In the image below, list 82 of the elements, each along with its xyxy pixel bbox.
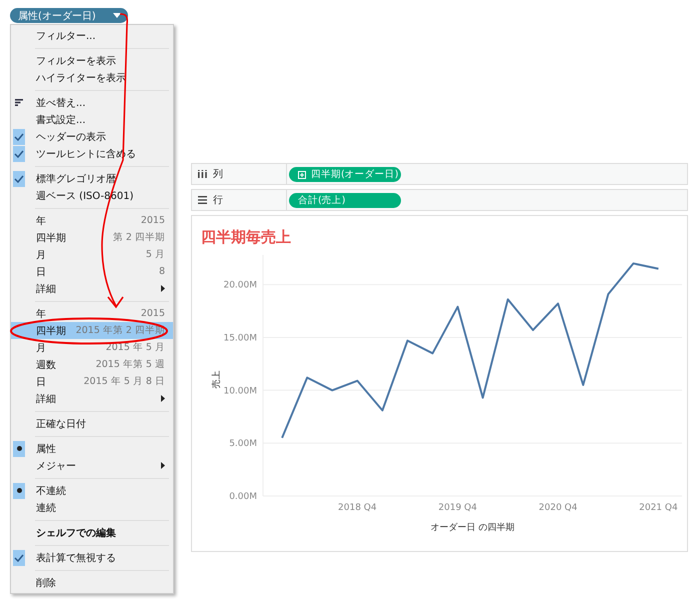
menu-item-label: 連続 (36, 502, 56, 514)
menu-item-label: 詳細 (36, 282, 56, 296)
chart-title: 四半期毎売上 (200, 227, 292, 248)
x-tick-label: 2020 Q4 (538, 503, 578, 513)
check-icon (14, 554, 24, 562)
submenu-arrow-icon (161, 285, 165, 292)
menu-item-label: 日 (36, 266, 46, 278)
menu-item-label: 詳細 (36, 392, 56, 406)
y-tick-label: 5.00M (229, 439, 257, 450)
shelf-label: 行 (213, 194, 223, 207)
menu-item-label: 年 (36, 214, 46, 228)
submenu-arrow-icon (161, 462, 165, 469)
menu-item-value: 5 月 (146, 248, 165, 261)
menu-item[interactable]: 属性 (11, 440, 173, 457)
menu-item[interactable]: 詳細 (11, 280, 173, 297)
menu-item[interactable]: 書式設定... (11, 111, 173, 128)
menu-item-label: 標準グレゴリオ暦 (36, 172, 116, 186)
y-tick-label: 10.00M (223, 386, 257, 396)
menu-item-value: 2015 (140, 308, 165, 319)
menu-item-label: 書式設定... (36, 114, 86, 126)
menu-item[interactable]: 連続 (11, 499, 173, 516)
menu-item-label: ヘッダーの表示 (36, 130, 106, 144)
check-icon (14, 174, 24, 182)
menu-item[interactable]: 表計算で無視する (11, 549, 173, 566)
y-tick-label: 20.00M (223, 280, 257, 291)
menu-item-label: 四半期 (36, 232, 66, 244)
y-tick-label: 0.00M (229, 492, 257, 502)
columns-icon (198, 170, 207, 178)
menu-item-label: 不連続 (36, 484, 66, 498)
menu-item-label: 月 (36, 342, 46, 354)
bullet-icon (16, 446, 22, 451)
menu-item[interactable]: 四半期 第 2 四半期 (11, 229, 173, 246)
menu-item-label: 正確な日付 (36, 418, 86, 430)
menu-item-label: メジャー (36, 460, 76, 472)
menu-item[interactable]: 日 2015 年 5 月 8 日 (11, 373, 173, 390)
menu-item[interactable]: フィルター... (11, 27, 173, 44)
bullet-icon (16, 488, 22, 493)
menu-item[interactable]: 年 2015 (11, 305, 173, 322)
menu-item[interactable]: 並べ替え... (11, 94, 173, 111)
menu-item[interactable]: 日 8 (11, 263, 173, 280)
expand-icon (298, 170, 306, 178)
submenu-arrow-icon (161, 395, 165, 402)
menu-item[interactable]: メジャー (11, 457, 173, 474)
shelf-label: 列 (213, 168, 223, 181)
menu-item-label: フィルター... (36, 30, 96, 42)
menu-item-label: 並べ替え... (36, 96, 86, 110)
menu-item[interactable]: フィルターを表示 (11, 52, 173, 69)
x-tick-label: 2018 Q4 (338, 503, 377, 513)
field-pill[interactable]: 属性(オーダー日) (10, 8, 128, 23)
menu-item[interactable]: ヘッダーの表示 (11, 128, 173, 145)
menu-item-value: 第 2 四半期 (112, 231, 165, 244)
menu-item-label: 表計算で無視する (36, 552, 116, 564)
y-axis-title: 売上 (212, 370, 222, 389)
menu-item[interactable]: 週数 2015 年第 5 週 (11, 356, 173, 373)
menu-item[interactable]: 年 2015 (11, 212, 173, 229)
menu-item[interactable]: 不連続 (11, 482, 173, 499)
x-axis-title: オーダー日 の四半期 (430, 523, 514, 533)
menu-item-label: 月 (36, 248, 46, 262)
menu-item-label: 年 (36, 308, 46, 320)
menu-item[interactable]: 標準グレゴリオ暦 (11, 170, 173, 187)
menu-item-value: 8 (158, 266, 165, 277)
menu-item-value: 2015 (140, 215, 165, 226)
caret-icon (113, 13, 121, 18)
rows-icon (198, 196, 207, 204)
menu-item-label: 週数 (36, 358, 56, 372)
x-tick-label: 2019 Q4 (438, 503, 477, 513)
menu-item-label: 属性 (36, 442, 56, 456)
menu-item-label: 日 (36, 376, 46, 388)
x-tick-label: 2021 Q4 (639, 503, 678, 513)
menu-item[interactable]: 詳細 (11, 390, 173, 407)
menu-item[interactable]: シェルフでの編集 (11, 524, 173, 541)
menu-item-label: 四半期 (36, 324, 66, 338)
sort-icon (15, 99, 23, 106)
menu-item-label: シェルフでの編集 (36, 526, 116, 540)
menu-item[interactable]: 削除 (11, 574, 173, 591)
menu-item-value: 2015 年 5 月 8 日 (84, 375, 165, 388)
y-tick-label: 15.00M (223, 333, 257, 344)
menu-item-value: 2015 年第 5 週 (96, 358, 165, 371)
menu-item-label: フィルターを表示 (36, 54, 116, 68)
menu-item[interactable]: 正確な日付 (11, 415, 173, 432)
menu-item[interactable]: 月 5 月 (11, 246, 173, 263)
menu-item-label: 削除 (36, 576, 56, 590)
